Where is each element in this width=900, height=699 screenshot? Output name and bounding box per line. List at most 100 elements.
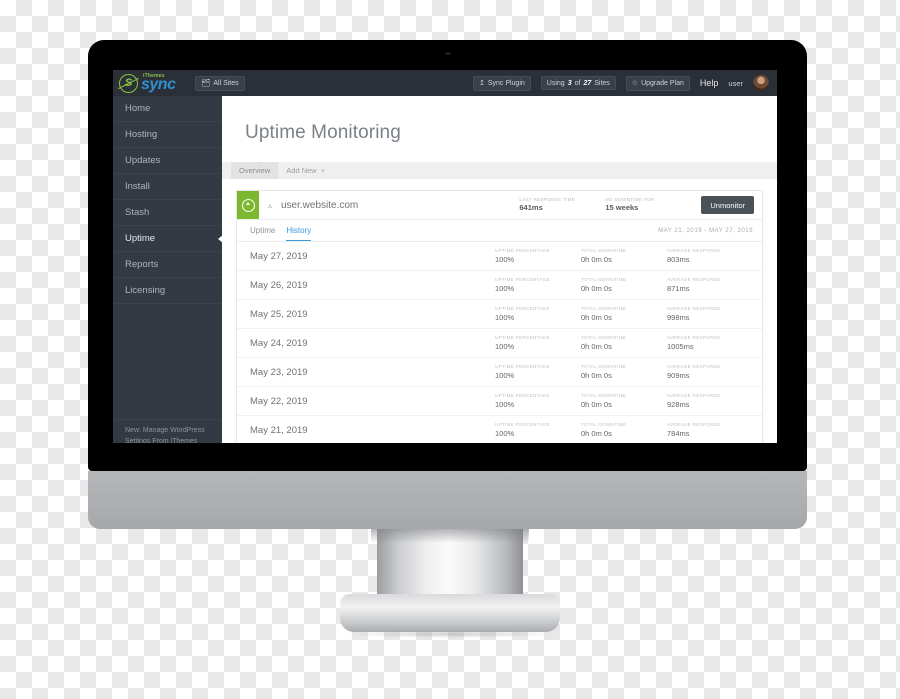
site-card-header: ▵ user.website.com LAST RESPONSE TIME 64…	[237, 191, 762, 220]
site-usage-badge: Using 3 of 27 Sites	[540, 76, 616, 90]
table-row[interactable]: May 25, 2019 UPTIME PERCENTAGE 100% TOTA…	[237, 300, 762, 329]
app-body: Home Hosting Updates Install Stash Uptim…	[113, 96, 777, 443]
screen-content: S iThemes sync 🗂 All Sites ↥ Sync Plugin…	[113, 70, 777, 443]
brand-logo[interactable]: S iThemes sync	[119, 73, 176, 93]
row-metric-label: UPTIME PERCENTAGE	[495, 276, 551, 282]
row-total-downtime: TOTAL DOWNTIME 0h 0m 0s	[581, 248, 667, 265]
row-metric-label: TOTAL DOWNTIME	[581, 363, 627, 369]
user-name-label[interactable]: user	[728, 79, 743, 88]
table-row[interactable]: May 21, 2019 UPTIME PERCENTAGE 100% TOTA…	[237, 416, 762, 443]
row-average-response: AVERAGE RESPONSE 909ms	[667, 364, 762, 381]
monitor-mockup: S iThemes sync 🗂 All Sites ↥ Sync Plugin…	[0, 0, 900, 699]
row-uptime-percentage: UPTIME PERCENTAGE 100%	[495, 277, 581, 294]
main-content: Uptime Monitoring Overview Add New + ▵ u…	[222, 96, 777, 443]
star-icon: ☆	[631, 80, 639, 87]
sidebar-promo-line-1: New: Manage WordPress	[125, 427, 205, 434]
date-range-label: MAY 21, 2019 - MAY 27, 2019	[658, 227, 753, 234]
row-metric-value: 998ms	[667, 312, 690, 322]
sidebar-item-label: Install	[125, 181, 150, 192]
sidebar-item-reports[interactable]: Reports	[113, 252, 222, 278]
row-total-downtime: TOTAL DOWNTIME 0h 0m 0s	[581, 364, 667, 381]
chevron-up-icon[interactable]: ▵	[259, 191, 281, 219]
row-date: May 25, 2019	[250, 308, 308, 320]
metric-last-response-time: LAST RESPONSE TIME 641ms	[519, 191, 605, 219]
row-metric-value: 0h 0m 0s	[581, 341, 612, 351]
metric-no-downtime-for: NO DOWNTIME FOR 15 weeks	[605, 191, 701, 219]
row-metric-label: AVERAGE RESPONSE	[667, 363, 721, 369]
row-metric-value: 100%	[495, 370, 515, 380]
row-metric-label: TOTAL DOWNTIME	[581, 305, 627, 311]
upload-icon: ↥	[478, 80, 485, 87]
row-metric-label: UPTIME PERCENTAGE	[495, 334, 551, 340]
row-metric-label: TOTAL DOWNTIME	[581, 247, 627, 253]
sidebar-item-label: Home	[125, 103, 151, 114]
sidebar-item-label: Uptime	[125, 233, 156, 244]
sidebar-item-updates[interactable]: Updates	[113, 148, 222, 174]
row-metric-value: 0h 0m 0s	[581, 283, 612, 293]
row-metric-label: TOTAL DOWNTIME	[581, 392, 627, 398]
row-metric-label: AVERAGE RESPONSE	[667, 392, 721, 398]
brand-text: iThemes sync	[141, 73, 176, 92]
row-total-downtime: TOTAL DOWNTIME 0h 0m 0s	[581, 277, 667, 294]
content-scroll-area[interactable]: ▵ user.website.com LAST RESPONSE TIME 64…	[222, 179, 777, 443]
upgrade-plan-label: Upgrade Plan	[641, 79, 684, 87]
usage-suffix: Sites	[594, 79, 610, 87]
row-uptime-percentage: UPTIME PERCENTAGE 100%	[495, 248, 581, 265]
tab-uptime[interactable]: Uptime	[250, 220, 275, 241]
sidebar-item-home[interactable]: Home	[113, 96, 222, 122]
sidebar-promo-banner[interactable]: New: Manage WordPress Settings From iThe…	[113, 419, 222, 443]
row-total-downtime: TOTAL DOWNTIME 0h 0m 0s	[581, 422, 667, 439]
table-row[interactable]: May 24, 2019 UPTIME PERCENTAGE 100% TOTA…	[237, 329, 762, 358]
row-date: May 27, 2019	[250, 250, 308, 262]
sidebar-item-uptime[interactable]: Uptime	[113, 226, 222, 252]
sidebar-item-stash[interactable]: Stash	[113, 200, 222, 226]
upgrade-plan-button[interactable]: ☆ Upgrade Plan	[625, 75, 690, 91]
table-row[interactable]: May 27, 2019 UPTIME PERCENTAGE 100% TOTA…	[237, 242, 762, 271]
history-list: May 27, 2019 UPTIME PERCENTAGE 100% TOTA…	[237, 242, 762, 443]
table-row[interactable]: May 23, 2019 UPTIME PERCENTAGE 100% TOTA…	[237, 358, 762, 387]
row-metric-value: 0h 0m 0s	[581, 399, 612, 409]
row-metric-value: 100%	[495, 254, 515, 264]
tab-history[interactable]: History	[286, 220, 312, 241]
sidebar-item-install[interactable]: Install	[113, 174, 222, 200]
row-metric-label: UPTIME PERCENTAGE	[495, 305, 551, 311]
usage-total: 27	[583, 79, 592, 87]
metric-value: 641ms	[519, 203, 543, 213]
row-metric-value: 1005ms	[667, 341, 694, 351]
unmonitor-button[interactable]: Unmonitor	[701, 196, 754, 214]
plus-icon: +	[320, 166, 326, 175]
subtab-add-new[interactable]: Add New +	[278, 162, 333, 179]
row-metric-label: TOTAL DOWNTIME	[581, 334, 627, 340]
row-total-downtime: TOTAL DOWNTIME 0h 0m 0s	[581, 306, 667, 323]
row-average-response: AVERAGE RESPONSE 1005ms	[667, 335, 762, 352]
table-row[interactable]: May 22, 2019 UPTIME PERCENTAGE 100% TOTA…	[237, 387, 762, 416]
usage-prefix: Using	[546, 79, 565, 87]
page-subtabs: Overview Add New +	[222, 162, 777, 179]
sidebar-item-label: Hosting	[125, 129, 158, 140]
row-date: May 24, 2019	[250, 337, 308, 349]
row-average-response: AVERAGE RESPONSE 928ms	[667, 393, 762, 410]
sidebar-item-hosting[interactable]: Hosting	[113, 122, 222, 148]
tab-label: History	[286, 225, 312, 235]
row-metric-label: TOTAL DOWNTIME	[581, 422, 627, 428]
user-avatar[interactable]	[753, 75, 769, 91]
row-metric-label: UPTIME PERCENTAGE	[495, 247, 551, 253]
sidebar-item-label: Stash	[125, 207, 150, 218]
row-date: May 23, 2019	[250, 366, 308, 378]
row-date: May 21, 2019	[250, 425, 308, 436]
sync-plugin-button[interactable]: ↥ Sync Plugin	[472, 75, 531, 91]
site-domain-label[interactable]: user.website.com	[281, 191, 519, 219]
sync-plugin-label: Sync Plugin	[487, 79, 525, 87]
sidebar-item-licensing[interactable]: Licensing	[113, 278, 222, 304]
subtab-overview[interactable]: Overview	[231, 162, 279, 179]
table-row[interactable]: May 26, 2019 UPTIME PERCENTAGE 100% TOTA…	[237, 271, 762, 300]
row-metric-value: 803ms	[667, 254, 690, 264]
all-sites-button[interactable]: 🗂 All Sites	[195, 75, 245, 91]
app-topbar: S iThemes sync 🗂 All Sites ↥ Sync Plugin…	[113, 70, 777, 96]
webcam-icon	[444, 52, 451, 55]
help-link[interactable]: Help	[700, 78, 719, 88]
row-date: May 26, 2019	[250, 279, 308, 291]
row-uptime-percentage: UPTIME PERCENTAGE 100%	[495, 335, 581, 352]
row-metric-label: AVERAGE RESPONSE	[667, 422, 721, 428]
